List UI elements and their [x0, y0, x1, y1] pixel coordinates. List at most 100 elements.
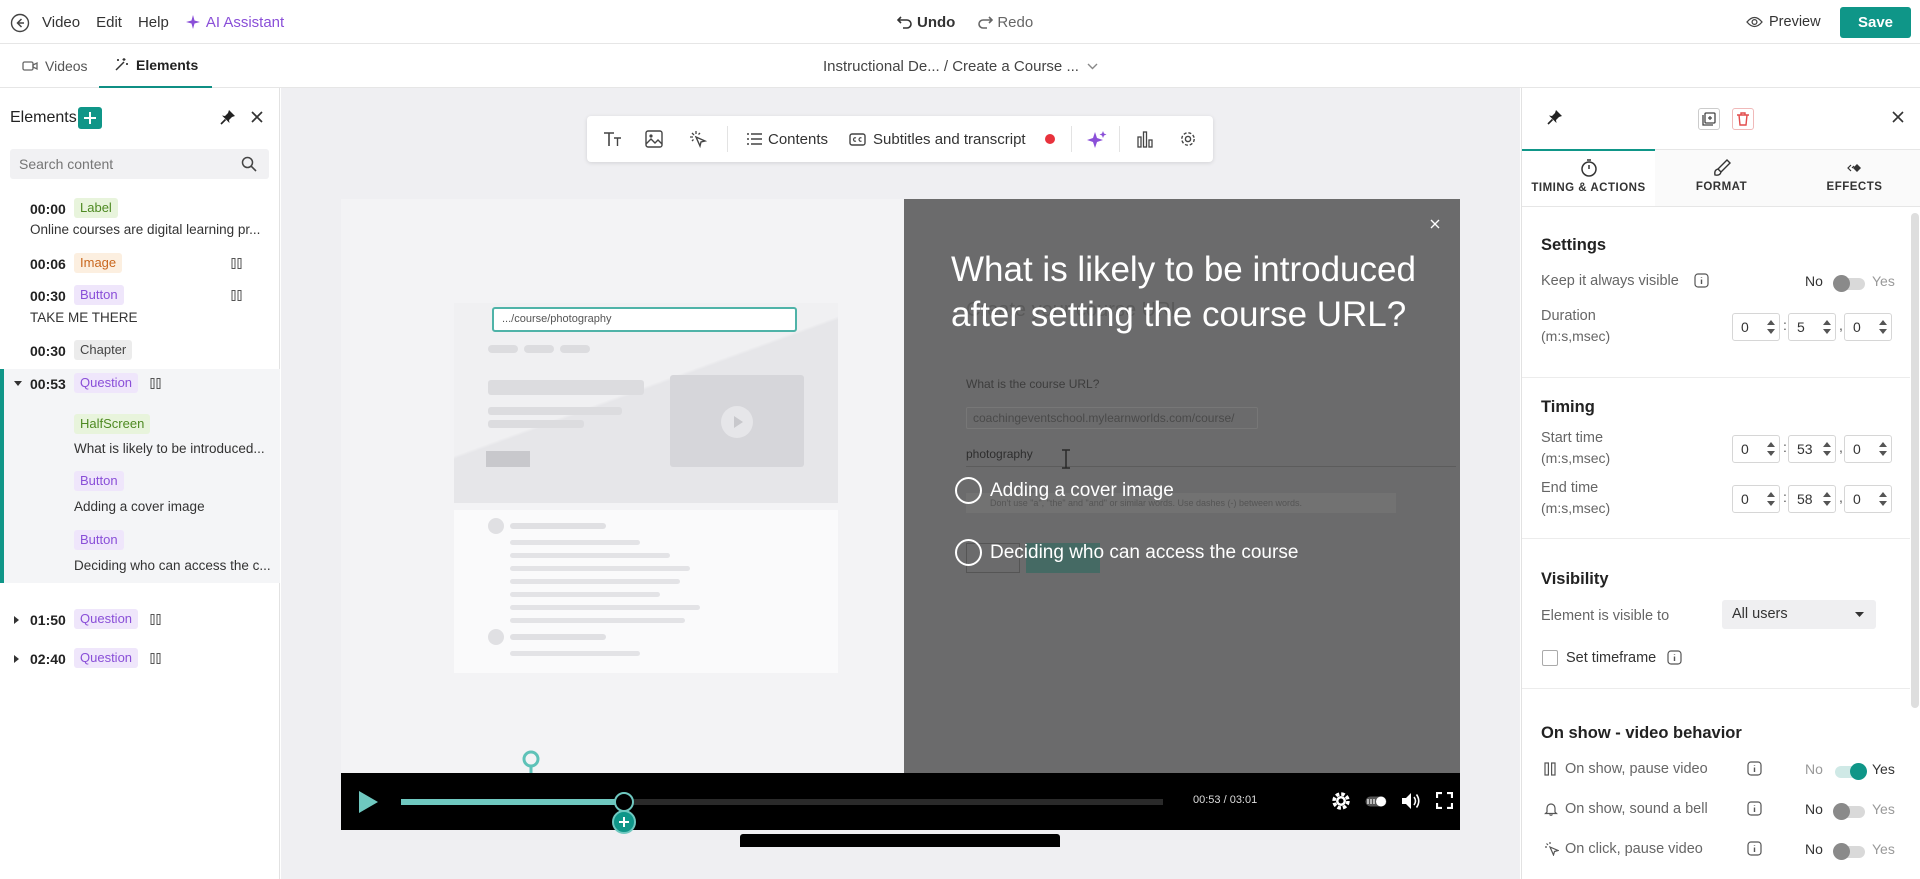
redo-icon	[977, 15, 994, 29]
end-minutes-input[interactable]: 0	[1732, 485, 1780, 513]
tab-bar: Videos Elements Instructional De... / Cr…	[0, 44, 1920, 88]
add-element-button[interactable]	[78, 107, 102, 129]
effects-icon	[1845, 158, 1865, 178]
keep-visible-toggle[interactable]	[1833, 275, 1865, 292]
list-item-expanded[interactable]: 00:53 Question HalfScreen What is likely…	[0, 369, 280, 583]
text-icon[interactable]	[603, 130, 623, 148]
info-icon[interactable]	[1747, 761, 1762, 776]
url-field: .../course/photography	[492, 307, 797, 332]
properties-panel: TIMING & ACTIONS FORMAT EFFECTS Settings…	[1521, 88, 1920, 879]
progress-track[interactable]	[401, 799, 1163, 805]
info-icon[interactable]	[1667, 650, 1682, 665]
illustration-list	[454, 510, 838, 673]
duplicate-icon[interactable]	[1698, 108, 1720, 130]
volume-icon[interactable]	[1401, 792, 1421, 810]
info-icon[interactable]	[1747, 801, 1762, 816]
end-seconds-input[interactable]: 58	[1788, 485, 1836, 513]
close-sidebar-icon[interactable]	[250, 110, 264, 124]
start-minutes-input[interactable]: 0	[1732, 435, 1780, 463]
caret-right-icon[interactable]	[14, 616, 20, 624]
tab-elements[interactable]: Elements	[99, 44, 213, 88]
sound-bell-toggle[interactable]	[1833, 803, 1865, 820]
tab-videos[interactable]: Videos	[22, 44, 88, 88]
radio-icon	[955, 477, 982, 504]
start-seconds-input[interactable]: 53	[1788, 435, 1836, 463]
info-icon[interactable]	[1694, 273, 1709, 288]
item-time: 00:00	[30, 201, 66, 217]
no-label: No	[1805, 841, 1823, 857]
visible-to-select[interactable]: All users	[1722, 600, 1876, 629]
breadcrumb[interactable]: Instructional De... / Create a Course ..…	[823, 44, 1098, 88]
save-button[interactable]: Save	[1840, 7, 1911, 38]
list-item[interactable]: 00:06 Image	[0, 251, 280, 277]
image-icon[interactable]	[645, 130, 663, 148]
duration-msec-input[interactable]: 0	[1844, 313, 1892, 341]
answer-option[interactable]: Adding a cover image	[955, 477, 1174, 504]
add-marker-button[interactable]	[612, 810, 637, 834]
sub-item-text[interactable]: Adding a cover image	[74, 499, 279, 514]
menu-help[interactable]: Help	[138, 14, 169, 31]
menu-edit[interactable]: Edit	[96, 14, 122, 31]
click-icon[interactable]	[689, 130, 707, 148]
list-item[interactable]: 00:00 Label Online courses are digital l…	[0, 196, 280, 250]
settings-icon[interactable]	[1331, 791, 1351, 811]
duration-label: Duration	[1541, 308, 1596, 324]
duration-seconds-input[interactable]: 5	[1788, 313, 1836, 341]
start-msec-input[interactable]: 0	[1844, 435, 1892, 463]
set-timeframe-checkbox[interactable]	[1542, 650, 1558, 666]
caret-down-icon[interactable]	[14, 381, 22, 387]
video-controls: 00:53 / 03:01	[341, 773, 1460, 830]
value: 53	[1797, 441, 1813, 457]
info-icon[interactable]	[1747, 841, 1762, 856]
tab-effects[interactable]: EFFECTS	[1788, 149, 1920, 206]
item-text: TAKE ME THERE	[30, 310, 138, 325]
list-item[interactable]: 00:30 Chapter	[0, 338, 280, 364]
menu-video[interactable]: Video	[42, 14, 80, 31]
timeline-drawer-handle[interactable]	[740, 834, 1060, 847]
no-label: No	[1805, 761, 1823, 777]
search-input[interactable]	[10, 149, 230, 179]
click-pause-toggle[interactable]	[1833, 843, 1865, 860]
analytics-icon[interactable]	[1136, 130, 1154, 148]
search-icon[interactable]	[241, 156, 257, 172]
tab-timing-actions[interactable]: TIMING & ACTIONS	[1522, 149, 1655, 206]
ai-assistant-button[interactable]: AI Assistant	[185, 14, 284, 31]
undo-button[interactable]: Undo	[897, 14, 955, 31]
progress-handle[interactable]	[614, 792, 635, 812]
toggle-subtitles-icon[interactable]	[1365, 796, 1387, 807]
sub-item-badge: Button	[74, 530, 124, 550]
halfscreen-overlay[interactable]: Create your course URL What is the cours…	[904, 199, 1460, 784]
list-item[interactable]: 02:40 Question	[0, 646, 280, 672]
ai-sparkle-icon[interactable]	[1087, 130, 1107, 150]
contents-button[interactable]: Contents	[747, 116, 828, 162]
panel-scrollbar[interactable]	[1911, 213, 1919, 708]
pin-icon[interactable]	[220, 109, 236, 125]
timeline-marker-icon[interactable]	[521, 749, 541, 773]
question-text[interactable]: What is likely to be introduced after se…	[951, 247, 1421, 337]
sub-item-text[interactable]: What is likely to be introduced...	[74, 441, 279, 456]
sub-item-text[interactable]: Deciding who can access the c...	[74, 558, 279, 573]
duration-unit: (m:s,msec)	[1541, 328, 1611, 344]
item-time: 02:40	[30, 651, 66, 667]
close-overlay-icon[interactable]	[1429, 218, 1441, 230]
back-icon[interactable]	[10, 13, 30, 33]
duration-minutes-input[interactable]: 0	[1732, 313, 1780, 341]
tab-format[interactable]: FORMAT	[1655, 149, 1788, 206]
pause-video-toggle[interactable]	[1835, 763, 1867, 780]
yes-label: Yes	[1872, 273, 1895, 289]
answer-option[interactable]: Deciding who can access the course	[955, 539, 1298, 566]
play-icon[interactable]	[357, 790, 379, 814]
list-item[interactable]: 00:30 Button TAKE ME THERE	[0, 283, 280, 337]
preview-button[interactable]: Preview	[1746, 0, 1821, 44]
sub-item-badge: HalfScreen	[74, 414, 151, 434]
list-item[interactable]: 01:50 Question	[0, 607, 280, 633]
close-panel-icon[interactable]	[1892, 111, 1904, 123]
pin-icon[interactable]	[1547, 109, 1563, 125]
fullscreen-icon[interactable]	[1436, 792, 1453, 809]
subtitles-button[interactable]: Subtitles and transcript	[849, 116, 1055, 162]
caret-right-icon[interactable]	[14, 655, 20, 663]
trash-icon[interactable]	[1732, 108, 1754, 130]
redo-button[interactable]: Redo	[977, 14, 1033, 31]
settings-gear-icon[interactable]	[1179, 130, 1197, 148]
end-msec-input[interactable]: 0	[1844, 485, 1892, 513]
